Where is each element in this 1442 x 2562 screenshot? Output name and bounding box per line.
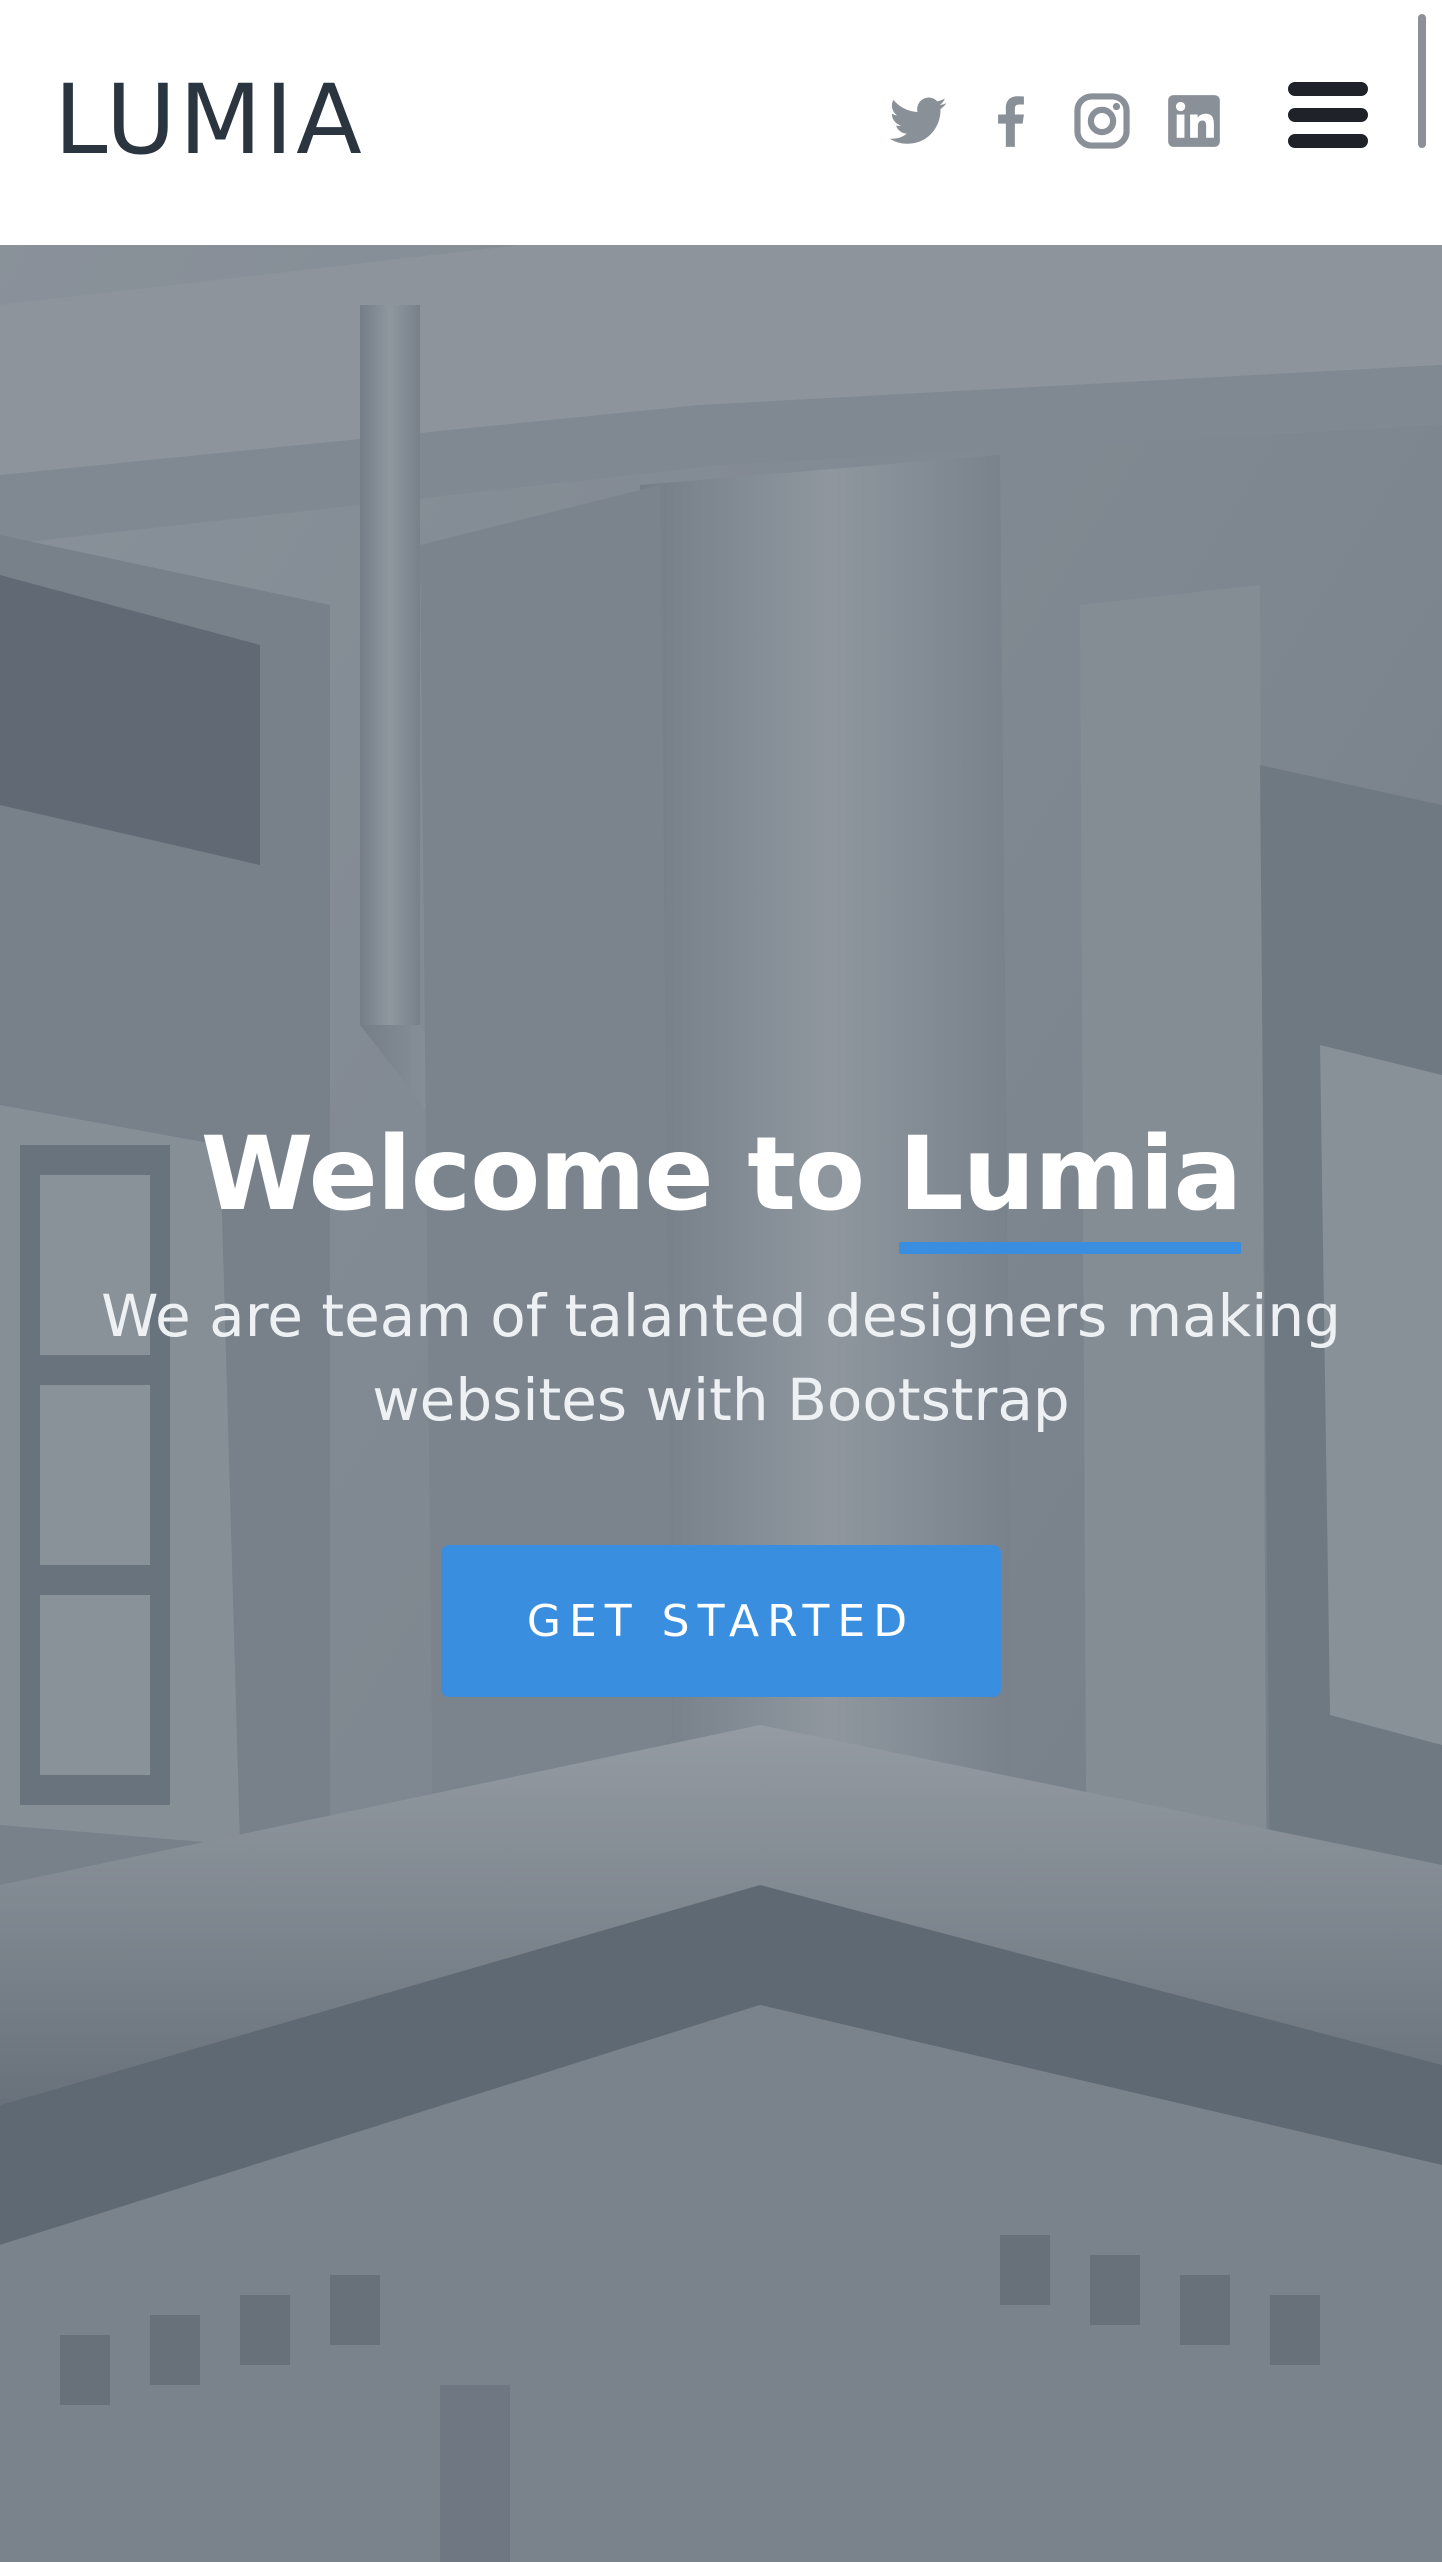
hero-title: Welcome to Lumia bbox=[0, 1110, 1442, 1254]
hero-title-prefix: Welcome to bbox=[200, 1115, 865, 1234]
hero-subtitle: We are team of talanted designers making… bbox=[101, 1282, 1341, 1434]
menu-bar bbox=[1288, 134, 1368, 148]
page: LUMIA Welcome to Lumia We are team of ta… bbox=[0, 0, 1442, 2562]
linkedin-icon[interactable] bbox=[1163, 90, 1225, 152]
hero-section: Welcome to Lumia We are team of talanted… bbox=[0, 245, 1442, 2562]
scrollbar[interactable] bbox=[1418, 14, 1426, 148]
get-started-button[interactable]: GET STARTED bbox=[441, 1545, 1001, 1697]
menu-bar bbox=[1288, 108, 1368, 122]
instagram-icon[interactable] bbox=[1071, 90, 1133, 152]
facebook-icon[interactable] bbox=[980, 90, 1042, 152]
site-logo[interactable]: LUMIA bbox=[54, 62, 365, 178]
twitter-icon[interactable] bbox=[887, 90, 949, 152]
menu-bar bbox=[1288, 82, 1368, 96]
hamburger-menu-icon[interactable] bbox=[1288, 82, 1368, 148]
site-header: LUMIA bbox=[0, 0, 1442, 245]
hero-title-brand: Lumia bbox=[898, 1110, 1242, 1254]
